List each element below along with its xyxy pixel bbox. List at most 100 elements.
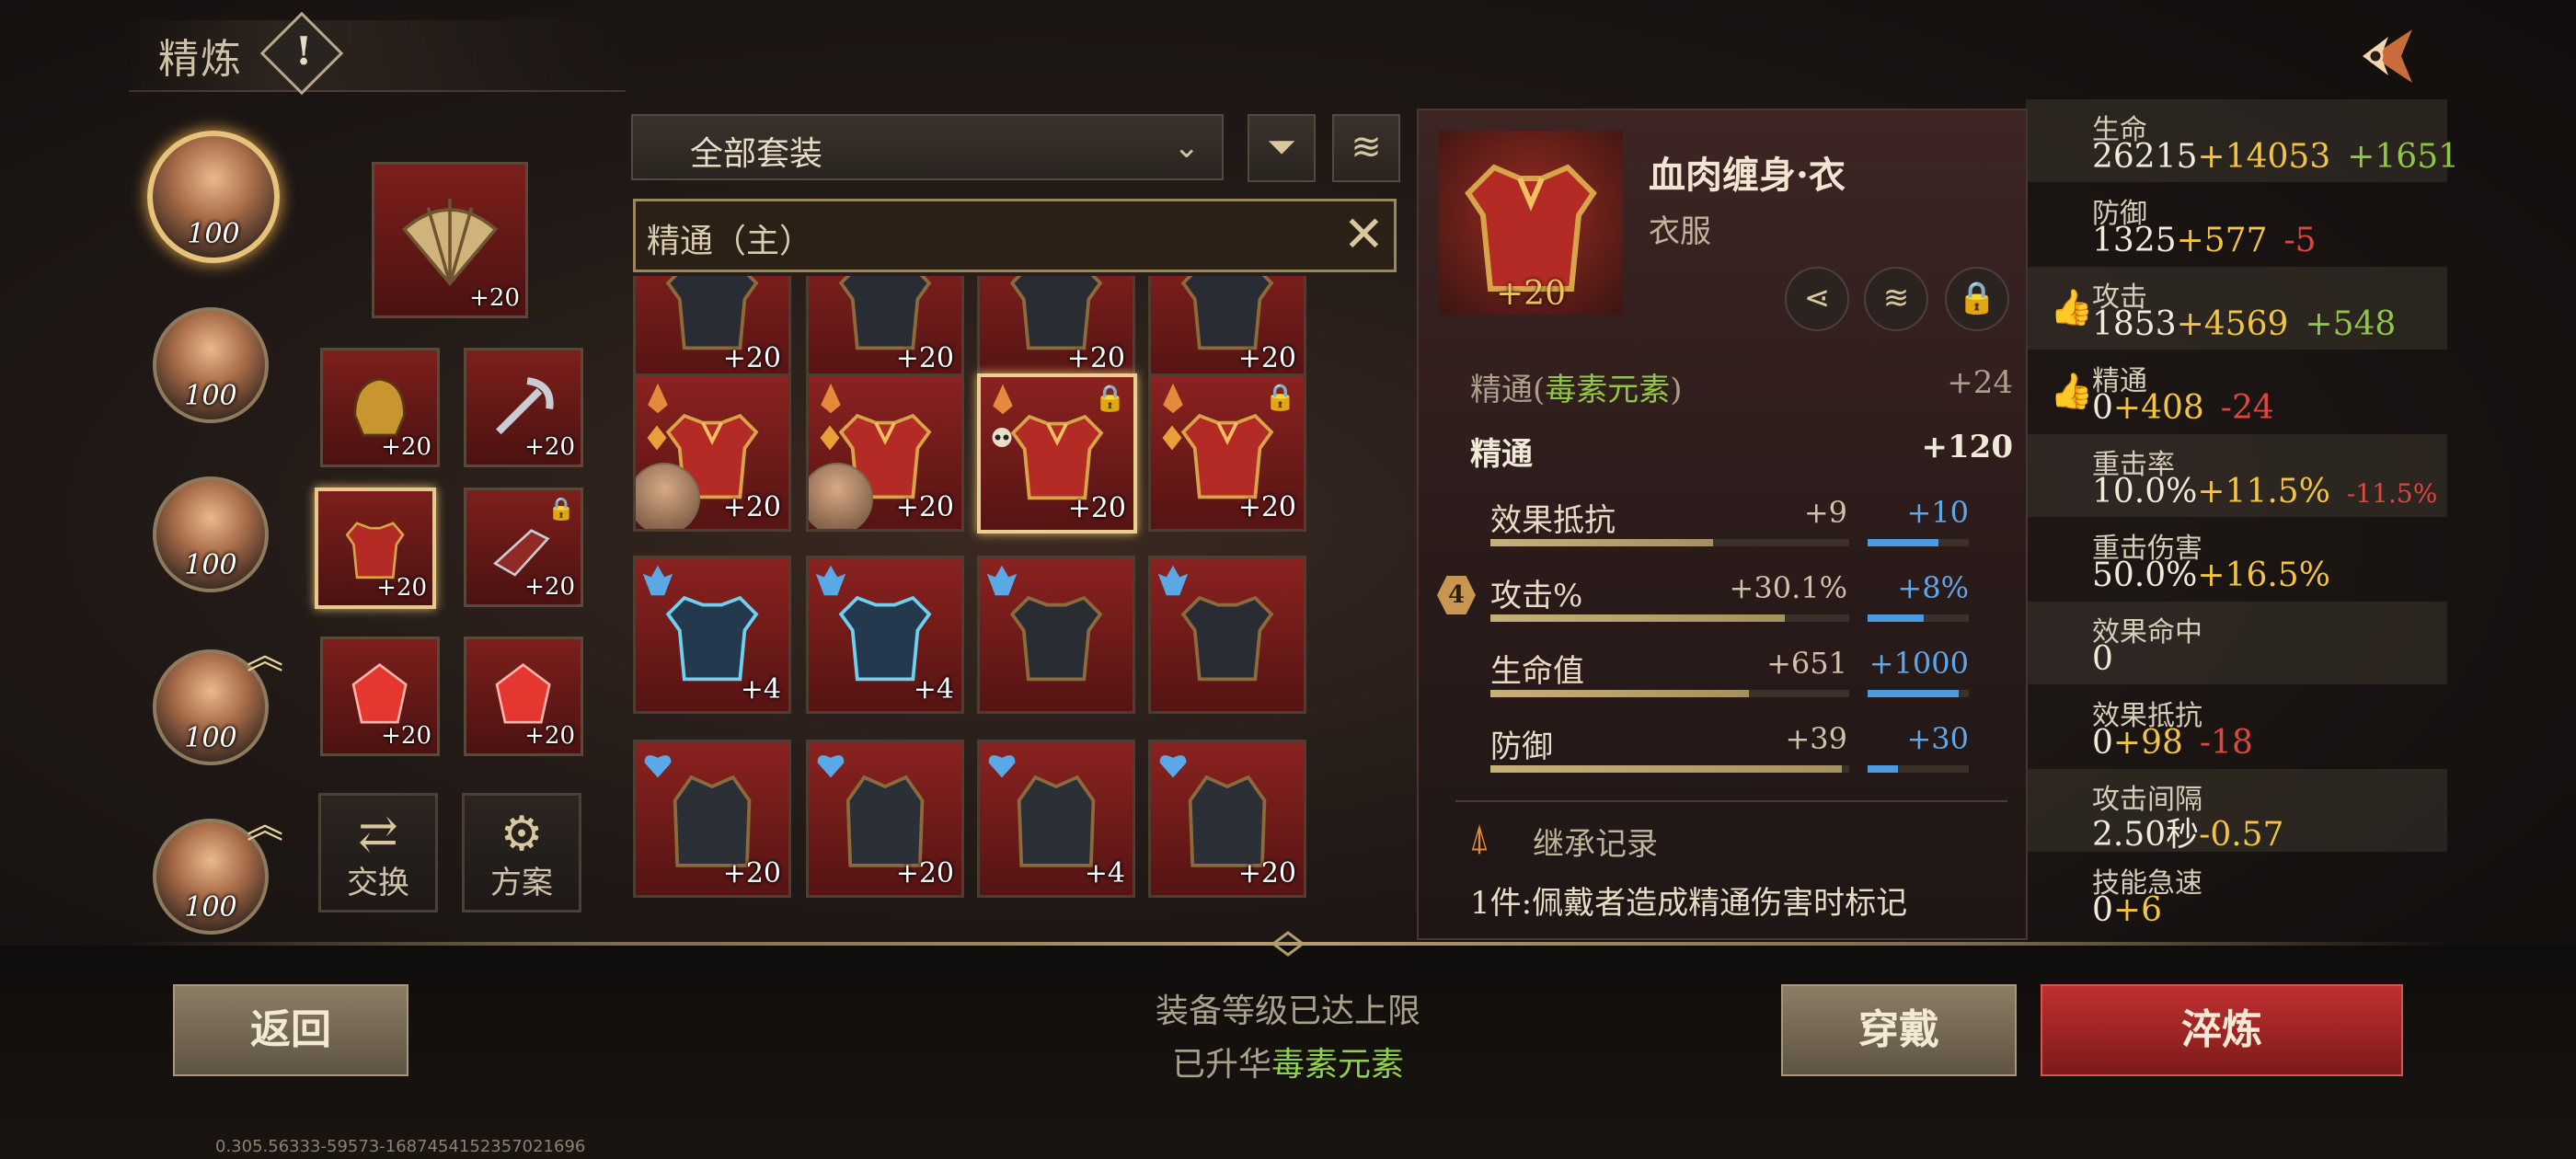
filter-button[interactable]: ⏷: [1248, 114, 1316, 182]
equipment-card[interactable]: +20: [1148, 740, 1306, 898]
substat-bonus: +1000: [1869, 646, 1969, 681]
hero-avatar[interactable]: 100: [147, 131, 280, 263]
stat-row: 重击率 10.0%+11.5% -11.5%: [2026, 434, 2447, 517]
back-arrow-icon: [2363, 29, 2412, 83]
hero-level: 100: [184, 380, 237, 412]
accessory-slot[interactable]: +20: [372, 162, 528, 318]
search-tag-bar[interactable]: 精通（主） ✕: [633, 199, 1397, 272]
equipment-card[interactable]: [1148, 556, 1306, 714]
item-level: +20: [1496, 275, 1566, 313]
card-level: +20: [1066, 342, 1125, 374]
gem-slot-1[interactable]: +20: [320, 637, 440, 756]
close-icon[interactable]: ✕: [1343, 207, 1385, 262]
card-level: +4: [740, 673, 781, 706]
stat-add: +6: [2112, 891, 2162, 929]
equipment-card[interactable]: +20: [1148, 276, 1306, 383]
equipment-card[interactable]: +4: [633, 556, 791, 714]
stat-add: +16.5%: [2197, 557, 2330, 594]
substat-name: 攻击%: [1490, 578, 1583, 614]
version-text: 0.305.56333-59573-1687454152357021696: [215, 1137, 586, 1156]
weapon-slot[interactable]: +20: [464, 348, 583, 467]
set-effect-text: 1件:佩戴者造成精通伤害时标记: [1470, 885, 1908, 922]
back-top-button[interactable]: [2348, 17, 2427, 96]
diamond-icon: [1162, 425, 1182, 451]
gauntlet-slot[interactable]: 🔒 +20: [464, 488, 583, 607]
stat-add: +4569: [2176, 305, 2289, 343]
stat-row: 防御 1325+577 -5: [2026, 183, 2447, 266]
page-title: 精炼: [158, 36, 243, 83]
set-dropdown[interactable]: 全部套装 ⌄: [631, 114, 1224, 180]
equipment-card[interactable]: +20: [633, 276, 791, 383]
stat-values: 0: [2092, 640, 2113, 678]
equipment-card[interactable]: +4: [977, 740, 1135, 898]
lock-icon: 🔒: [1094, 383, 1126, 413]
stat-add: +14053: [2197, 138, 2331, 176]
upgrade-chevron-icon: ︽: [247, 635, 283, 677]
gear-icon: ⚙: [500, 807, 544, 862]
equip-button[interactable]: 穿戴: [1781, 984, 2017, 1076]
equipment-card[interactable]: +20: [806, 373, 964, 532]
item-detail-panel: +20 血肉缠身·衣 衣服 ⋖ ≋ 🔒 精通(毒素元素) +24 精通 +120…: [1417, 109, 2028, 940]
element-stat-label: 精通(: [1470, 372, 1546, 408]
equipment-card[interactable]: +20: [806, 276, 964, 383]
card-level: +20: [722, 491, 781, 523]
stack-button[interactable]: ≋: [1332, 114, 1400, 182]
substat-bar: [1490, 539, 1849, 546]
substat-name: 防御: [1490, 729, 1553, 765]
equipment-card[interactable]: +20: [633, 740, 791, 898]
card-level: +20: [1237, 342, 1296, 374]
equipment-card[interactable]: +20: [806, 740, 964, 898]
stack-detail-button[interactable]: ≋: [1864, 267, 1928, 331]
card-level: +20: [1067, 492, 1126, 524]
diamond-icon: [647, 425, 667, 451]
slot-level: +20: [381, 433, 431, 461]
max-level-notice: 装备等级已达上限: [1155, 993, 1420, 1030]
stat-values: 1325+577 -5: [2092, 222, 2317, 259]
equipment-card[interactable]: 🔒 +20: [977, 373, 1137, 534]
search-tag: 精通（主）: [647, 223, 813, 260]
back-button[interactable]: 返回: [173, 984, 408, 1076]
hero-avatar[interactable]: 100: [153, 476, 269, 592]
refine-button[interactable]: 淬炼: [2041, 984, 2403, 1076]
thumbs-up-icon: 👍: [2050, 371, 2094, 411]
helmet-slot[interactable]: +20: [320, 348, 440, 467]
sublimation-notice: 已升华毒素元素: [1012, 1038, 1564, 1085]
swap-label: 交换: [347, 865, 409, 901]
crystal-set-icon: [642, 565, 673, 596]
hero-level: 100: [184, 549, 237, 581]
set-dropdown-value: 全部套装: [690, 135, 823, 173]
slot-level: +20: [524, 433, 575, 461]
heart-set-icon: [988, 755, 1016, 778]
share-button[interactable]: ⋖: [1785, 267, 1849, 331]
swap-button[interactable]: ⇄ 交换: [318, 793, 438, 912]
stat-values: 0+98 -18: [2092, 724, 2253, 762]
diamond-icon: [820, 425, 840, 451]
hero-avatar[interactable]: 100: [153, 307, 269, 423]
stat-add: +577: [2176, 222, 2268, 259]
substat-bonus-bar: [1868, 614, 1969, 622]
equipment-card[interactable]: +20: [633, 373, 791, 532]
gem-slot-2[interactable]: +20: [464, 637, 583, 756]
card-level: +4: [913, 673, 954, 706]
lock-button[interactable]: 🔒: [1945, 267, 2009, 331]
lock-icon: 🔒: [1264, 382, 1296, 412]
hero-level: 100: [184, 891, 237, 924]
substat-bonus-bar: [1868, 539, 1969, 546]
substat-bar: [1490, 765, 1849, 773]
flame-set-icon: [1163, 383, 1183, 414]
stat-add: +11.5%: [2197, 473, 2330, 511]
equipment-card[interactable]: +4: [806, 556, 964, 714]
stat-base: 10.0%: [2092, 473, 2198, 511]
heart-set-icon: [1159, 755, 1187, 778]
plan-button[interactable]: ⚙ 方案: [462, 793, 581, 912]
card-level: +20: [895, 342, 954, 374]
equipment-card[interactable]: 🔒 +20: [1148, 373, 1306, 532]
equipment-card[interactable]: +20: [977, 276, 1135, 383]
stat-diff: -18: [2199, 724, 2253, 762]
card-level: +20: [722, 857, 781, 889]
armor-slot[interactable]: +20: [315, 488, 436, 609]
plan-label: 方案: [490, 865, 553, 901]
equipment-card[interactable]: [977, 556, 1135, 714]
substat-bonus: +10: [1906, 495, 1969, 530]
stat-add: +98: [2112, 724, 2183, 762]
